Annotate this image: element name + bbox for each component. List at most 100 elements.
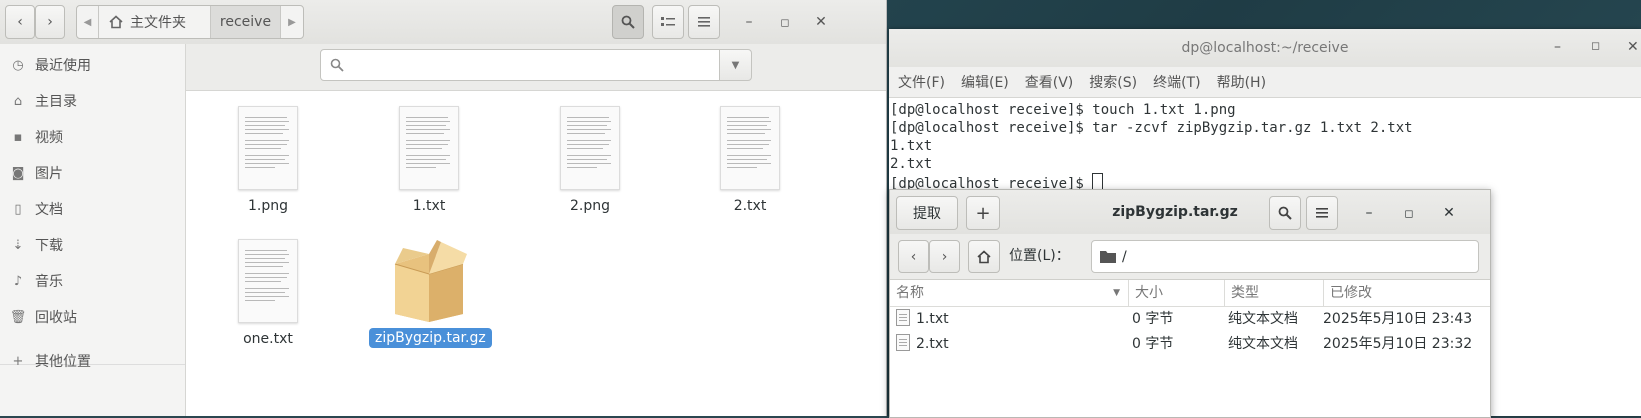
path-scroll-right-button[interactable]: ▶: [281, 6, 303, 38]
row-name: 1.txt: [916, 311, 949, 327]
forward-button[interactable]: ›: [929, 240, 960, 273]
sidebar-item-documents[interactable]: ▯ 文档: [0, 192, 185, 226]
maximize-button[interactable]: ◻: [1396, 196, 1422, 230]
minimize-button[interactable]: –: [1356, 196, 1382, 230]
sidebar-item-pictures[interactable]: ◙ 图片: [0, 156, 185, 190]
extract-button[interactable]: 提取: [896, 196, 958, 230]
row-size: 0 字节: [1132, 311, 1174, 327]
table-row[interactable]: 1.txt 0 字节 纯文本文档 2025年5月10日 23:43: [890, 307, 1490, 332]
maximize-icon: ◻: [780, 15, 790, 29]
archive-header: 提取 + zipBygzip.tar.gz – ◻ ✕: [890, 190, 1490, 235]
back-button[interactable]: ‹: [898, 240, 929, 273]
text-file-icon: [560, 106, 620, 190]
table-row[interactable]: 2.txt 0 字节 纯文本文档 2025年5月10日 23:32: [890, 332, 1490, 357]
file-item[interactable]: one.txt: [208, 239, 328, 347]
chevron-right-icon: ›: [941, 248, 948, 265]
home-button[interactable]: [968, 240, 1000, 273]
file-item[interactable]: 1.txt: [369, 106, 489, 214]
sidebar-item-recent[interactable]: ◷ 最近使用: [0, 48, 185, 82]
menu-edit[interactable]: 编辑(E): [961, 72, 1009, 92]
menu-view[interactable]: 查看(V): [1025, 72, 1074, 92]
menu-button[interactable]: [1306, 196, 1338, 230]
document-icon: ▯: [14, 201, 22, 217]
text-file-icon: [896, 334, 910, 351]
sidebar-item-label: 图片: [35, 166, 63, 182]
sidebar-item-music[interactable]: ♪ 音乐: [0, 264, 185, 298]
search-button[interactable]: [1269, 196, 1301, 230]
search-bar: ▼: [186, 44, 886, 91]
file-list: 名称 ▼ 大小 类型 已修改 1.txt 0 字节 纯文本文档 2025年5月1…: [890, 280, 1490, 417]
terminal-menubar: 文件(F) 编辑(E) 查看(V) 搜索(S) 终端(T) 帮助(H): [889, 67, 1641, 98]
sidebar-item-label: 文档: [35, 202, 63, 218]
text-file-icon: [399, 106, 459, 190]
row-size: 0 字节: [1132, 336, 1174, 352]
file-name: 2.txt: [733, 198, 767, 214]
column-header-size[interactable]: 大小: [1129, 280, 1225, 306]
sort-down-icon: ▼: [1113, 288, 1120, 298]
row-name: 2.txt: [916, 336, 949, 352]
column-header-name[interactable]: 名称 ▼: [890, 280, 1129, 306]
file-item[interactable]: 1.png: [208, 106, 328, 214]
minimize-icon: –: [745, 14, 753, 30]
search-icon: [1278, 206, 1292, 220]
location-value: /: [1122, 248, 1127, 265]
path-home-button[interactable]: 主文件夹: [99, 6, 211, 38]
path-scroll-left-button[interactable]: ◀: [77, 6, 99, 38]
location-label: 位置(L)：: [1009, 248, 1070, 264]
column-header-modified[interactable]: 已修改: [1324, 280, 1490, 306]
maximize-button[interactable]: ◻: [772, 5, 798, 39]
maximize-icon: ◻: [1404, 206, 1414, 220]
minimize-icon: –: [1365, 205, 1373, 221]
add-file-button[interactable]: +: [966, 196, 1000, 230]
file-item[interactable]: 2.png: [530, 106, 650, 214]
file-item[interactable]: zipBygzip.tar.gz: [369, 234, 492, 348]
file-name: 1.png: [247, 198, 288, 214]
terminal-line: 2.txt: [890, 156, 933, 172]
path-current-button[interactable]: receive: [211, 6, 281, 38]
sidebar-item-label: 下载: [35, 238, 63, 254]
sidebar-item-downloads[interactable]: ⇣ 下载: [0, 228, 185, 262]
trash-icon: 🗑: [9, 309, 27, 325]
file-manager-header: ‹ › ◀ 主文件夹 receive ▶ – ◻ ✕: [0, 0, 886, 45]
back-button[interactable]: ‹: [5, 5, 35, 39]
minimize-button[interactable]: –: [1554, 39, 1561, 55]
row-name-cell: 1.txt: [896, 307, 949, 332]
menu-file[interactable]: 文件(F): [898, 72, 945, 92]
location-field[interactable]: /: [1091, 240, 1479, 273]
file-name: 2.png: [569, 198, 610, 214]
chevron-right-icon: ›: [47, 14, 53, 30]
minimize-button[interactable]: –: [736, 5, 762, 39]
menu-button[interactable]: [688, 5, 720, 39]
close-button[interactable]: ✕: [808, 5, 834, 39]
path-home-label: 主文件夹: [130, 15, 186, 31]
terminal-line: [dp@localhost receive]$ tar -zcvf zipByg…: [890, 120, 1413, 136]
search-button[interactable]: [612, 5, 644, 39]
column-label: 名称: [896, 285, 924, 301]
close-button[interactable]: ✕: [1627, 39, 1639, 55]
file-item[interactable]: 2.txt: [690, 106, 810, 214]
plus-icon: +: [975, 202, 991, 224]
close-icon: ✕: [815, 14, 827, 30]
sidebar-item-other-locations[interactable]: + 其他位置: [0, 344, 185, 378]
close-button[interactable]: ✕: [1436, 196, 1462, 230]
menu-help[interactable]: 帮助(H): [1217, 72, 1266, 92]
sidebar-item-home[interactable]: ⌂ 主目录: [0, 84, 185, 118]
close-icon: ✕: [1443, 205, 1455, 221]
search-options-dropdown[interactable]: ▼: [719, 49, 752, 81]
column-label: 类型: [1231, 285, 1259, 301]
table-header: 名称 ▼ 大小 类型 已修改: [890, 280, 1490, 307]
menu-search[interactable]: 搜索(S): [1089, 72, 1137, 92]
forward-button[interactable]: ›: [35, 5, 65, 39]
sidebar-item-videos[interactable]: ▪ 视频: [0, 120, 185, 154]
menu-terminal[interactable]: 终端(T): [1153, 72, 1200, 92]
view-toggle-button[interactable]: [652, 5, 684, 39]
path-bar: ◀ 主文件夹 receive ▶: [76, 5, 304, 39]
sidebar-item-trash[interactable]: 🗑 回收站: [0, 300, 185, 334]
search-input[interactable]: [320, 49, 720, 81]
download-icon: ⇣: [12, 237, 24, 253]
search-icon: [621, 15, 635, 29]
maximize-button[interactable]: ◻: [1591, 39, 1600, 52]
video-icon: ▪: [13, 129, 23, 145]
terminal-line: 1.txt: [890, 138, 933, 154]
column-header-type[interactable]: 类型: [1225, 280, 1324, 306]
